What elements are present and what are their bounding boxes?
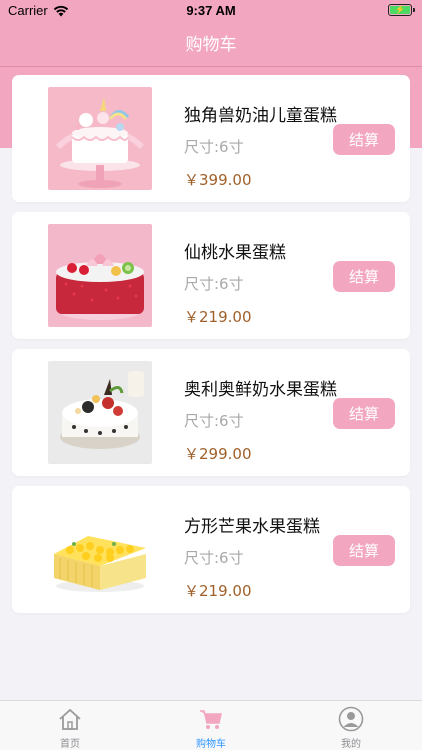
product-name: 奥利奥鲜奶水果蛋糕 xyxy=(184,380,337,400)
tab-label: 我的 xyxy=(341,739,361,750)
cart-item[interactable]: 奥利奥鲜奶水果蛋糕 尺寸:6寸 ￥299.00 结算 xyxy=(12,349,410,476)
cart-list: 独角兽奶油儿童蛋糕 尺寸:6寸 ￥399.00 结算 仙桃水果蛋糕 尺寸:6寸 … xyxy=(12,75,410,623)
cart-item[interactable]: 方形芒果水果蛋糕 尺寸:6寸 ￥219.00 结算 xyxy=(12,486,410,613)
cake-image-unicorn xyxy=(48,87,152,190)
checkout-button[interactable]: 结算 xyxy=(333,535,395,566)
product-size: 尺寸:6寸 xyxy=(184,549,244,567)
product-name: 方形芒果水果蛋糕 xyxy=(184,517,320,537)
cake-image-oreo xyxy=(48,361,152,464)
cake-image-peach xyxy=(48,224,152,327)
checkout-button[interactable]: 结算 xyxy=(333,124,395,155)
product-price: ￥399.00 xyxy=(184,171,252,189)
home-icon xyxy=(59,708,81,730)
product-price: ￥299.00 xyxy=(184,445,252,463)
tab-profile[interactable]: 我的 xyxy=(321,706,381,750)
tab-home[interactable]: 首页 xyxy=(40,706,100,750)
cart-item[interactable]: 仙桃水果蛋糕 尺寸:6寸 ￥219.00 结算 xyxy=(12,212,410,339)
product-price: ￥219.00 xyxy=(184,308,252,326)
product-size: 尺寸:6寸 xyxy=(184,275,244,293)
product-price: ￥219.00 xyxy=(184,582,252,600)
tab-bar: 首页 购物车 我的 xyxy=(0,700,422,750)
product-size: 尺寸:6寸 xyxy=(184,138,244,156)
tab-label: 首页 xyxy=(60,739,80,750)
profile-icon xyxy=(338,706,364,732)
status-time: 9:37 AM xyxy=(186,3,236,18)
cart-icon xyxy=(200,710,222,729)
checkout-button[interactable]: 结算 xyxy=(333,398,395,429)
product-name: 仙桃水果蛋糕 xyxy=(184,243,286,263)
page-title: 购物车 xyxy=(185,35,237,55)
checkout-button[interactable]: 结算 xyxy=(333,261,395,292)
product-size: 尺寸:6寸 xyxy=(184,412,244,430)
tab-label: 购物车 xyxy=(196,739,226,750)
cake-image-mango xyxy=(48,498,152,601)
cart-item[interactable]: 独角兽奶油儿童蛋糕 尺寸:6寸 ￥399.00 结算 xyxy=(12,75,410,202)
tab-cart[interactable]: 购物车 xyxy=(181,706,241,750)
nav-divider xyxy=(0,66,422,67)
product-name: 独角兽奶油儿童蛋糕 xyxy=(184,106,337,126)
battery-icon: ⚡ xyxy=(388,4,415,16)
status-bar: Carrier 9:37 AM ⚡ xyxy=(0,0,422,22)
